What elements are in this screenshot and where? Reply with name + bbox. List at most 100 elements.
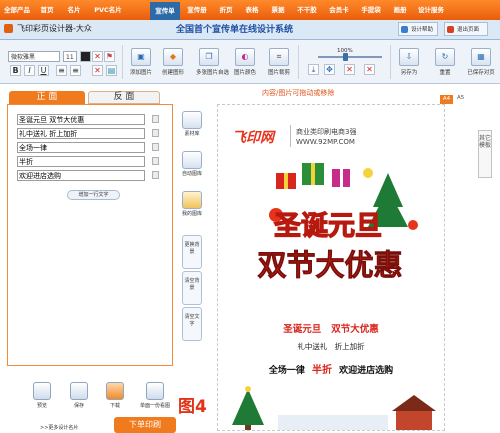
promo-line-3[interactable]: 全场一律 半折 欢迎进店选购 [218,361,444,376]
size-a4-button[interactable]: A4 [440,95,453,104]
create-shape-tool[interactable]: ◆ 创建图形 [160,48,186,76]
auto-gallery-label: 自动图库 [181,171,202,177]
change-background-button[interactable]: 更换背景 [182,235,202,269]
saved-pages-tool[interactable]: ▦ 已保存对页 [466,48,496,76]
zoom-slider-handle[interactable] [343,53,348,61]
add-text-row-button[interactable]: 增加一行文字 [67,190,120,200]
clear-text-button[interactable]: 清空文字 [182,307,202,341]
auto-gallery-button[interactable]: 自动图库 [180,151,204,177]
materials-icon [182,111,202,129]
italic-icon[interactable]: I [24,65,35,76]
tab-front[interactable]: 正 面 [9,91,85,104]
nav-design-service[interactable]: 设计服务 [414,0,448,20]
text-row-input[interactable]: 礼中送礼 折上加折 [17,128,145,139]
font-select[interactable]: 微软雅黑 [8,51,60,62]
clear-icon[interactable]: ✕ [364,64,375,75]
create-shape-label: 创建图形 [161,70,184,76]
design-canvas[interactable]: 飞印网 商业类印刷电商3强 WWW.92MP.COM 圣诞元旦 双节大优惠 圣诞… [217,104,445,431]
nav-member-card[interactable]: 会员卡 [324,0,354,20]
underline-icon[interactable]: U [38,65,49,76]
brand-logo-text: 飞印网 [232,130,274,146]
row-delete-button[interactable] [152,157,159,165]
move-icon[interactable]: ✥ [324,64,335,75]
nav-flyer[interactable]: 宣传单 [150,2,180,20]
nav-handbag[interactable]: 手提袋 [356,0,386,20]
row-delete-button[interactable] [152,171,159,179]
design-help-button[interactable]: 设计帮助 [398,22,438,36]
text-row-input[interactable]: 欢迎进店选购 [17,170,145,181]
figure-label: 图4 [178,397,207,417]
size-a5-button[interactable]: A5 [457,95,464,101]
clear-background-button[interactable]: 清空背景 [182,271,202,305]
delete-icon[interactable]: ✕ [344,64,355,75]
nav-sticker[interactable]: 不干胶 [292,0,322,20]
row-delete-button[interactable] [152,129,159,137]
nav-all-products[interactable]: 全部产品 [2,0,32,20]
delete-text-icon[interactable]: ✕ [92,51,103,62]
zoom-out-icon[interactable]: ⤓ [308,64,319,75]
saved-icon: ▦ [471,48,491,66]
save-as-tool[interactable]: ⇩ 另存为 [396,48,422,76]
reset-icon: ↻ [435,48,455,66]
nav-brochure[interactable]: 宣传册 [182,0,212,20]
image-color-label: 图片颜色 [233,70,256,76]
mark-icon[interactable]: ⚑ [104,51,115,62]
house-icon [396,409,432,430]
materials-label: 素材库 [184,131,200,137]
app-logo-icon [4,24,13,33]
color-icon: ◐ [235,48,255,66]
nav-business-card[interactable]: 名片 [61,0,87,20]
font-size-select[interactable]: 11 [63,51,77,62]
preview-button[interactable]: 预览 [31,382,53,409]
align-center-icon[interactable]: ≡ [70,65,81,76]
star-icon [245,386,251,392]
gift-ribbon [284,173,288,189]
nav-ticket[interactable]: 票据 [266,0,290,20]
save-label: 保存 [73,403,84,409]
other-templates-tab[interactable]: 其它模板 [478,130,492,178]
nav-pvc-card[interactable]: PVC名片 [88,0,128,20]
snow-ground [278,415,388,430]
save-as-icon: ⇩ [399,48,419,66]
image-color-tool[interactable]: ◐ 图片颜色 [232,48,258,76]
layer-icon[interactable]: ▤ [106,65,117,76]
tree-icon [232,389,264,425]
promo-line-1[interactable]: 圣诞元旦 双节大优惠 [218,321,444,335]
exit-page-button[interactable]: 退出页面 [444,22,488,36]
align-left-icon[interactable]: ≡ [56,65,67,76]
preview-icon [33,382,51,400]
headline-1: 圣诞元旦 [274,211,382,242]
text-row-input[interactable]: 半折 [17,156,145,167]
text-color-icon[interactable] [80,51,91,62]
brand-tagline: 商业类印刷电商3强 [296,128,357,136]
crop-icon: ⌗ [269,48,289,66]
image-crop-tool[interactable]: ⌗ 图片裁剪 [266,48,292,76]
zoom-slider-track[interactable] [318,56,382,58]
bold-icon[interactable]: B [10,65,21,76]
reset-tool[interactable]: ↻ 重置 [432,48,458,76]
row-delete-button[interactable] [152,143,159,151]
materials-button[interactable]: 素材库 [180,111,204,137]
brand-url: WWW.92MP.COM [296,138,355,146]
more-designs-link[interactable]: >>更多设计名片 [40,424,78,431]
exit-page-label: 退出页面 [457,27,480,33]
multi-image-tool[interactable]: ❐ 多张图片自选 [196,48,229,76]
single-side-view-label: 单面一份看图 [140,403,171,409]
tab-back[interactable]: 反 面 [88,91,160,104]
text-row-input[interactable]: 全场一律 [17,142,145,153]
folder-icon [182,191,202,209]
add-image-tool[interactable]: ▣ 添加图片 [128,48,154,76]
nav-folding[interactable]: 折页 [214,0,238,20]
promo-line-2[interactable]: 礼中送礼 折上加折 [218,341,444,352]
remove-icon[interactable]: ✕ [92,65,103,76]
my-gallery-button[interactable]: 我的图库 [180,191,204,217]
row-delete-button[interactable] [152,115,159,123]
text-row-input[interactable]: 圣诞元旦 双节大优惠 [17,114,145,125]
app-title: 飞印彩页设计器-大众 [17,24,92,33]
single-side-view-button[interactable]: 单面一份看图 [140,382,170,409]
download-button[interactable]: 下载 [104,382,126,409]
nav-form[interactable]: 表格 [240,0,264,20]
nav-album[interactable]: 画册 [388,0,412,20]
nav-home[interactable]: 首页 [34,0,60,20]
save-button[interactable]: 保存 [68,382,90,409]
